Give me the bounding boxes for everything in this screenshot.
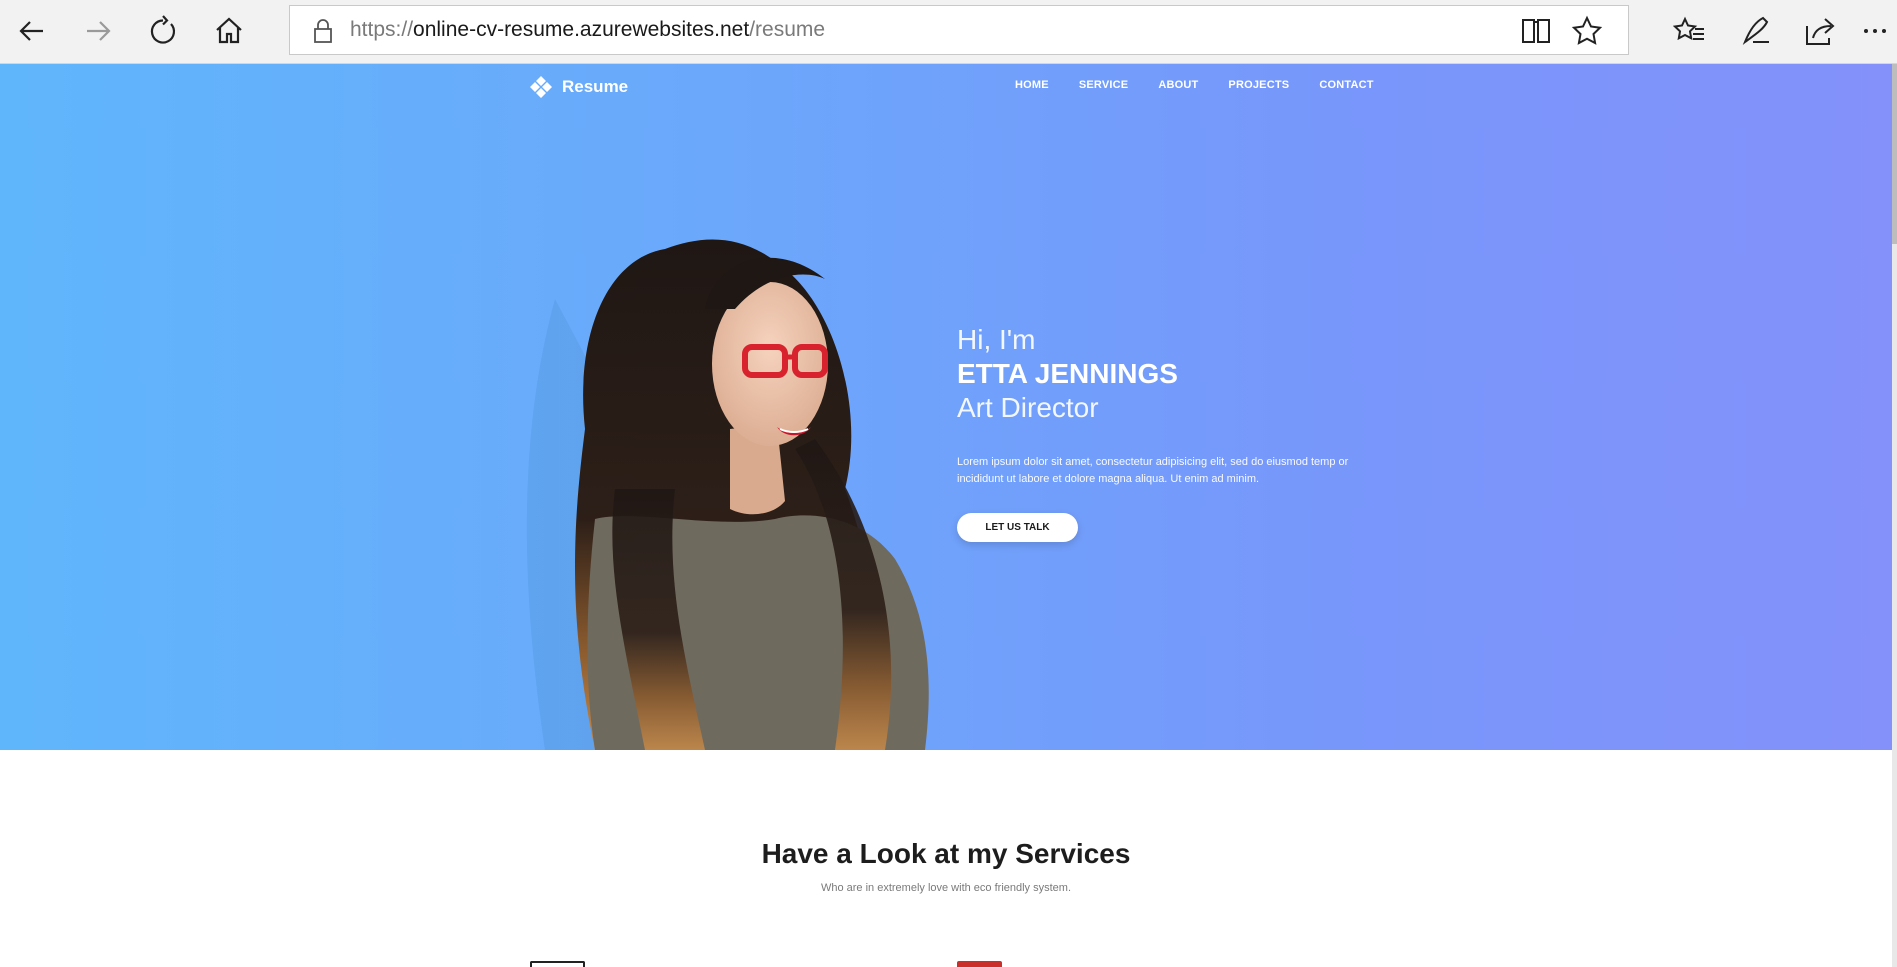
home-button[interactable] [203, 6, 255, 56]
logo-text: Resume [562, 77, 629, 96]
url-scheme: https:// [350, 18, 414, 41]
nav-service[interactable]: SERVICE [1079, 79, 1129, 91]
refresh-button[interactable] [137, 6, 189, 56]
favorite-star-icon[interactable] [1570, 14, 1604, 48]
logo-mark-icon [530, 76, 552, 98]
main-nav: HOME SERVICE ABOUT PROJECTS CONTACT [1015, 79, 1374, 91]
home-icon [216, 17, 242, 44]
services-subtitle: Who are in extremely love with eco frien… [820, 882, 1072, 894]
forward-button[interactable] [72, 6, 124, 56]
pen-icon [1742, 16, 1769, 45]
share-button[interactable] [1794, 6, 1846, 56]
reading-view-icon[interactable] [1519, 14, 1553, 48]
url-host: online-cv-resume.azurewebsites.net [413, 18, 750, 41]
more-icon [1863, 29, 1886, 33]
more-button[interactable] [1852, 6, 1897, 56]
favorites-list-icon [1673, 16, 1704, 41]
nav-projects[interactable]: PROJECTS [1228, 79, 1289, 91]
hero-greeting: Hi, I'm [957, 324, 1036, 355]
forward-icon [87, 21, 111, 41]
services-title: Have a Look at my Services [761, 838, 1131, 869]
back-button[interactable] [6, 6, 58, 56]
refresh-icon [150, 15, 176, 44]
service-card-icon-2 [957, 961, 1002, 967]
hero-role: Art Director [957, 392, 1099, 423]
notes-button[interactable] [1730, 6, 1782, 56]
address-bar[interactable]: https://online-cv-resume.azurewebsites.n… [289, 5, 1629, 55]
hero-intro: Hi, I'm ETTA JENNINGS Art Director Lorem… [957, 324, 1377, 542]
back-icon [19, 21, 43, 41]
lets-talk-button[interactable]: LET US TALK [957, 513, 1078, 542]
url-path: /resume [749, 18, 826, 41]
browser-toolbar: https://online-cv-resume.azurewebsites.n… [0, 0, 1897, 64]
hero-description: Lorem ipsum dolor sit amet, consectetur … [957, 456, 1349, 485]
hero-name: ETTA JENNINGS [957, 358, 1178, 389]
lock-icon [314, 19, 332, 43]
nav-home[interactable]: HOME [1015, 79, 1049, 91]
page-scrollbar[interactable] [1892, 64, 1897, 967]
hero-section: Resume HOME SERVICE ABOUT PROJECTS CONTA… [0, 64, 1892, 750]
scrollbar-thumb[interactable] [1892, 64, 1897, 244]
nav-contact[interactable]: CONTACT [1319, 79, 1373, 91]
nav-about[interactable]: ABOUT [1158, 79, 1198, 91]
share-icon [1806, 18, 1835, 45]
address-url[interactable]: https://online-cv-resume.azurewebsites.n… [350, 18, 825, 42]
favorites-button[interactable] [1664, 6, 1716, 56]
profile-portrait [526, 239, 929, 750]
service-card-icon-1 [530, 961, 585, 967]
site-logo[interactable]: Resume [528, 74, 628, 100]
